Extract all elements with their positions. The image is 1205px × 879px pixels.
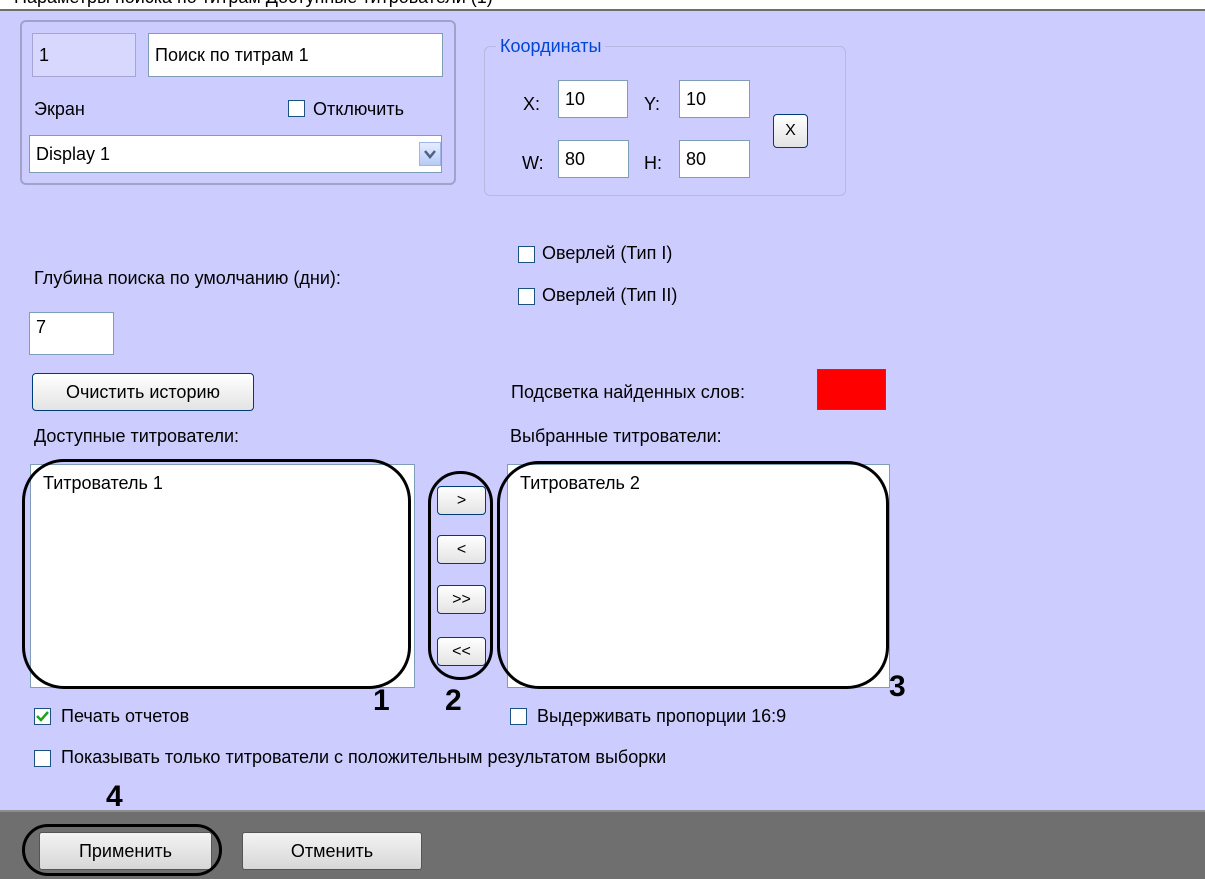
chevron-down-icon[interactable]: [419, 142, 441, 166]
y-label: Y:: [644, 94, 661, 114]
w-input[interactable]: 80: [558, 140, 629, 178]
overlay-type1-label: Оверлей (Тип I): [542, 243, 673, 263]
print-reports-checkbox[interactable]: [34, 708, 51, 725]
window-id-field[interactable]: 1: [32, 33, 136, 77]
selected-list-label: Выбранные титрователи:: [510, 426, 722, 446]
available-list-label: Доступные титрователи:: [34, 426, 240, 446]
annotation-oval-selected: [497, 461, 889, 689]
positive-only-checkbox[interactable]: [34, 750, 51, 767]
window-name-value: Поиск по титрам 1: [155, 44, 309, 65]
h-input[interactable]: 80: [679, 140, 750, 178]
x-label: X:: [523, 94, 541, 114]
annotation-number-2: 2: [445, 684, 462, 717]
annotation-number-1: 1: [373, 684, 390, 717]
top-caption-text: Параметры поиска по титрам Доступные тит…: [14, 0, 493, 8]
w-value: 80: [565, 148, 586, 169]
search-depth-input[interactable]: 7: [29, 312, 114, 355]
highlight-label: Подсветка найденных слов:: [511, 382, 745, 402]
aspect-ratio-checkbox[interactable]: [510, 708, 527, 725]
positive-only-label: Показывать только титрователи с положите…: [61, 747, 667, 767]
y-value: 10: [686, 88, 707, 109]
annotation-number-4: 4: [106, 780, 123, 813]
clear-history-button[interactable]: Очистить историю: [32, 373, 254, 411]
display-select-value: Display 1: [36, 143, 111, 164]
x-value: 10: [565, 88, 586, 109]
overlay-type2-label: Оверлей (Тип II): [542, 285, 678, 305]
top-caption-strip: Параметры поиска по титрам Доступные тит…: [0, 0, 1205, 9]
annotation-number-3: 3: [889, 670, 906, 703]
disable-checkbox[interactable]: [288, 100, 305, 117]
display-select[interactable]: Display 1: [29, 135, 442, 173]
reset-coordinates-button[interactable]: X: [773, 114, 808, 148]
overlay-type2-checkbox[interactable]: [518, 288, 535, 305]
top-divider: [0, 9, 1205, 11]
window-name-field[interactable]: Поиск по титрам 1: [148, 33, 443, 77]
annotation-oval-apply: [22, 824, 222, 876]
annotation-oval-available: [22, 459, 411, 689]
y-input[interactable]: 10: [679, 80, 750, 118]
h-value: 80: [686, 148, 707, 169]
print-reports-label: Печать отчетов: [61, 706, 190, 726]
search-depth-value: 7: [36, 317, 47, 337]
h-label: H:: [644, 153, 662, 173]
screen-label: Экран: [34, 99, 85, 119]
checkmark-icon: [36, 711, 49, 722]
coordinates-legend: Координаты: [496, 36, 606, 57]
w-label: W:: [522, 153, 544, 173]
aspect-ratio-label: Выдерживать пропорции 16:9: [537, 706, 787, 726]
highlight-color-swatch[interactable]: [817, 369, 886, 410]
overlay-type1-checkbox[interactable]: [518, 246, 535, 263]
annotation-oval-buttons: [428, 471, 493, 680]
search-depth-label: Глубина поиска по умолчанию (дни):: [34, 268, 341, 288]
x-input[interactable]: 10: [558, 80, 628, 118]
window-id-value: 1: [39, 44, 50, 65]
disable-label: Отключить: [313, 99, 404, 119]
cancel-button[interactable]: Отменить: [242, 832, 422, 870]
